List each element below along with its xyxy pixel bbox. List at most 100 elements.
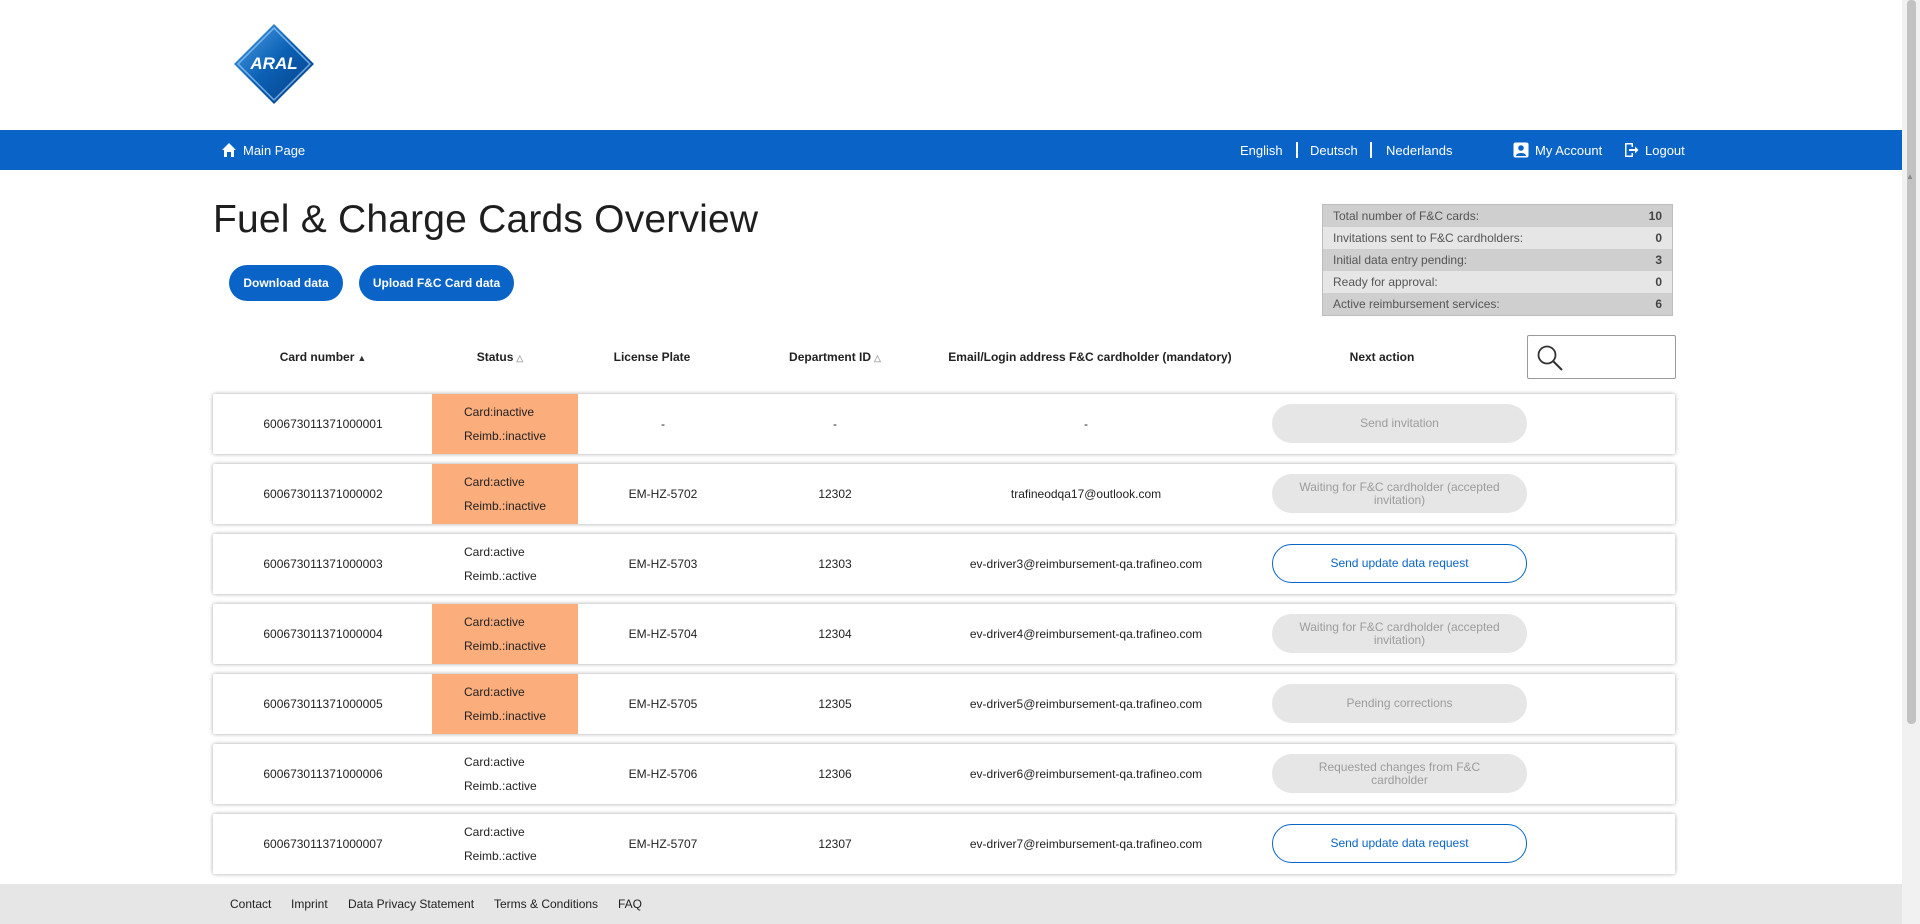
- stat-value: 3: [1655, 253, 1662, 267]
- card-number: 600673011371000004: [263, 627, 383, 641]
- scroll-up-arrow-icon[interactable]: ▲: [1906, 172, 1914, 181]
- department-id-cell: 12303: [770, 534, 900, 594]
- card-status: Card:active: [464, 685, 525, 699]
- next-action-button[interactable]: Send update data request: [1272, 824, 1527, 863]
- stat-active-reimbursement: Active reimbursement services: 6: [1323, 293, 1672, 315]
- status-cell: Card:active Reimb.:inactive: [432, 464, 578, 524]
- department-id-cell: -: [770, 394, 900, 454]
- logout-icon: [1625, 143, 1639, 157]
- logout-link[interactable]: Logout: [1623, 130, 1685, 170]
- license-plate: EM-HZ-5703: [628, 557, 698, 571]
- stat-label: Invitations sent to F&C cardholders:: [1333, 231, 1524, 245]
- upload-card-data-button[interactable]: Upload F&C Card data: [359, 265, 514, 301]
- search-input[interactable]: [1527, 335, 1676, 379]
- department-id: 12307: [818, 837, 852, 851]
- col-header-license-plate: License Plate: [601, 350, 703, 364]
- table-row: 600673011371000005 Card:active Reimb.:inac…: [213, 674, 1675, 734]
- status-cell: Card:active Reimb.:inactive: [432, 604, 578, 664]
- main-page-link[interactable]: Main Page: [221, 130, 305, 170]
- lang-divider: [1296, 142, 1298, 158]
- scrollbar-thumb[interactable]: [1907, 0, 1916, 724]
- sort-asc-icon: ▲: [357, 353, 367, 363]
- next-action-button: Requested changes from F&C cardholder: [1272, 754, 1527, 793]
- card-number: 600673011371000001: [263, 417, 383, 431]
- card-status: Card:active: [464, 825, 525, 839]
- card-number-cell: 600673011371000004: [213, 604, 433, 664]
- footer-link-terms[interactable]: Terms & Conditions: [494, 884, 598, 924]
- department-id-cell: 12307: [770, 814, 900, 874]
- license-plate: EM-HZ-5707: [628, 837, 698, 851]
- next-action-button: Waiting for F&C cardholder (accepted inv…: [1272, 474, 1527, 513]
- status-cell: Card:active Reimb.:inactive: [432, 674, 578, 734]
- lang-english[interactable]: English: [1240, 130, 1283, 170]
- license-plate: -: [661, 417, 665, 431]
- stat-value: 0: [1655, 275, 1662, 289]
- col-header-department-id[interactable]: Department ID △: [770, 350, 900, 364]
- stat-label: Ready for approval:: [1333, 275, 1438, 289]
- reimbursement-status: Reimb.:active: [464, 849, 537, 863]
- my-account-label: My Account: [1535, 142, 1603, 158]
- license-plate-cell: EM-HZ-5706: [603, 744, 723, 804]
- email-cell: ev-driver5@reimbursement-qa.trafineo.com: [931, 674, 1241, 734]
- lang-deutsch[interactable]: Deutsch: [1310, 130, 1358, 170]
- email-cell: ev-driver7@reimbursement-qa.trafineo.com: [931, 814, 1241, 874]
- table-row: 600673011371000006 Card:active Reimb.:acti…: [213, 744, 1675, 804]
- card-number-cell: 600673011371000007: [213, 814, 433, 874]
- next-action-label: Pending corrections: [1346, 696, 1453, 710]
- next-action-button[interactable]: Send update data request: [1272, 544, 1527, 583]
- email: ev-driver4@reimbursement-qa.trafineo.com: [969, 627, 1203, 641]
- department-id: 12304: [818, 627, 852, 641]
- status-cell: Card:active Reimb.:active: [432, 534, 578, 594]
- card-number: 600673011371000002: [263, 487, 383, 501]
- department-id-cell: 12305: [770, 674, 900, 734]
- card-status: Card:active: [464, 475, 525, 489]
- footer-link-imprint[interactable]: Imprint: [291, 884, 328, 924]
- lang-nederlands[interactable]: Nederlands: [1386, 130, 1453, 170]
- card-number: 600673011371000006: [263, 767, 383, 781]
- license-plate-cell: EM-HZ-5703: [603, 534, 723, 594]
- reimbursement-status: Reimb.:active: [464, 779, 537, 793]
- department-id-cell: 12306: [770, 744, 900, 804]
- status-cell: Card:active Reimb.:active: [432, 814, 578, 874]
- department-id: -: [833, 417, 837, 431]
- stat-invitations-sent: Invitations sent to F&C cardholders: 0: [1323, 227, 1672, 249]
- footer-link-faq[interactable]: FAQ: [618, 884, 642, 924]
- email-cell: -: [931, 394, 1241, 454]
- footer-link-privacy[interactable]: Data Privacy Statement: [348, 884, 474, 924]
- col-header-card-number[interactable]: Card number ▲: [263, 350, 383, 364]
- stat-value: 6: [1655, 297, 1662, 311]
- table-row: 600673011371000007 Card:active Reimb.:acti…: [213, 814, 1675, 874]
- table-row: 600673011371000002 Card:active Reimb.:inac…: [213, 464, 1675, 524]
- stat-initial-entry-pending: Initial data entry pending: 3: [1323, 249, 1672, 271]
- department-id: 12302: [818, 487, 852, 501]
- reimbursement-status: Reimb.:inactive: [464, 429, 547, 443]
- next-action-button: Pending corrections: [1272, 684, 1527, 723]
- card-number-cell: 600673011371000002: [213, 464, 433, 524]
- email: ev-driver6@reimbursement-qa.trafineo.com: [969, 767, 1203, 781]
- lang-divider: [1370, 142, 1372, 158]
- card-status: Card:inactive: [464, 405, 535, 419]
- stat-label: Initial data entry pending:: [1333, 253, 1468, 267]
- sort-none-icon: △: [874, 353, 881, 363]
- vertical-scrollbar[interactable]: ▲: [1902, 0, 1920, 924]
- stats-summary-box: Total number of F&C cards: 10 Invitation…: [1322, 204, 1673, 316]
- card-number: 600673011371000007: [263, 837, 383, 851]
- card-number-cell: 600673011371000003: [213, 534, 433, 594]
- stat-label: Active reimbursement services:: [1333, 297, 1500, 311]
- license-plate-cell: EM-HZ-5705: [603, 674, 723, 734]
- license-plate-cell: EM-HZ-5704: [603, 604, 723, 664]
- download-data-button[interactable]: Download data: [229, 265, 343, 301]
- email: -: [1084, 417, 1088, 431]
- col-header-label: Next action: [1349, 350, 1415, 364]
- license-plate-cell: -: [603, 394, 723, 454]
- next-action-label: Waiting for F&C cardholder (accepted inv…: [1299, 619, 1500, 647]
- logout-label: Logout: [1645, 142, 1685, 158]
- card-number: 600673011371000003: [263, 557, 383, 571]
- department-id: 12306: [818, 767, 852, 781]
- my-account-link[interactable]: My Account: [1513, 130, 1602, 170]
- footer-link-contact[interactable]: Contact: [230, 884, 271, 924]
- email: ev-driver3@reimbursement-qa.trafineo.com: [969, 557, 1203, 571]
- aral-logo[interactable]: ARAL: [234, 24, 314, 104]
- reimbursement-status: Reimb.:inactive: [464, 499, 547, 513]
- col-header-status[interactable]: Status △: [460, 350, 540, 364]
